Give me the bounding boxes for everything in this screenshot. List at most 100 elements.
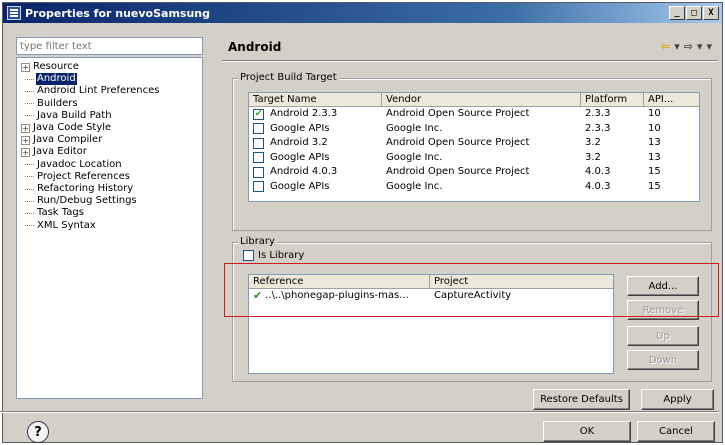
footer-divider — [0, 411, 719, 413]
forward-arrow-icon[interactable]: ⇨ — [684, 40, 693, 53]
nav-item[interactable]: Java Build Path — [17, 110, 113, 122]
nav-item-label: Builders — [37, 97, 78, 109]
cell-vendor: Google Inc. — [382, 180, 581, 194]
ok-button[interactable]: OK — [543, 421, 631, 442]
back-arrow-icon[interactable]: ⇦ — [661, 40, 670, 53]
cell-api: 13 — [644, 151, 699, 165]
nav-item-label: Java Build Path — [37, 109, 112, 121]
cancel-button[interactable]: Cancel — [637, 421, 715, 442]
nav-item[interactable]: Task Tags — [17, 207, 85, 219]
target-checkbox[interactable]: ✔ — [253, 108, 264, 120]
cell-text: Google APIs — [270, 151, 330, 163]
cell-api: 15 — [644, 180, 699, 194]
expand-icon[interactable]: + — [21, 62, 30, 72]
tree-line — [25, 200, 34, 202]
target-checkbox[interactable] — [253, 166, 264, 178]
col-platform[interactable]: Platform — [581, 93, 644, 106]
target-checkbox[interactable] — [253, 123, 264, 135]
restore-defaults-button[interactable]: Restore Defaults — [533, 389, 630, 410]
nav-item[interactable]: Android Lint Preferences — [17, 85, 160, 97]
cell-vendor: Google Inc. — [382, 122, 581, 136]
tree-line — [25, 115, 34, 117]
cell-text: 4.0.3 — [585, 166, 611, 178]
target-checkbox[interactable] — [253, 137, 264, 149]
tree-line — [25, 188, 34, 190]
is-library-checkbox[interactable] — [243, 250, 254, 261]
apply-button[interactable]: Apply — [641, 389, 714, 410]
view-menu-icon[interactable]: ▾ — [706, 40, 712, 53]
is-library-checkbox-row[interactable]: Is Library — [243, 250, 304, 261]
cell-platform: 3.2 — [581, 151, 644, 165]
nav-item[interactable]: Android — [17, 73, 77, 86]
tree-line — [25, 78, 34, 80]
cell-text: 2.3.3 — [585, 108, 611, 120]
tree-line — [25, 103, 34, 105]
back-dropdown-icon[interactable]: ▾ — [674, 40, 680, 53]
cell-platform: 2.3.3 — [581, 122, 644, 136]
help-icon[interactable]: ? — [27, 421, 49, 443]
cell-text: Android 3.2 — [270, 137, 328, 149]
forward-dropdown-icon[interactable]: ▾ — [697, 40, 703, 53]
page-title: Android — [228, 40, 282, 54]
table-row[interactable]: Google APIs Google Inc. 3.2 13 — [249, 151, 699, 166]
nav-item[interactable]: Run/Debug Settings — [17, 195, 138, 207]
nav-item-label: Task Tags — [37, 207, 84, 219]
expand-icon[interactable]: + — [21, 135, 30, 145]
nav-item-label: Java Code Style — [33, 122, 112, 133]
nav-item-label: Android — [36, 73, 77, 86]
window-controls: _ □ X — [669, 6, 719, 20]
target-checkbox[interactable] — [253, 152, 264, 164]
filter-input[interactable] — [16, 37, 203, 55]
close-button[interactable]: X — [703, 6, 719, 20]
cell-text: Android Open Source Project — [386, 166, 530, 178]
cell-text: 4.0.3 — [585, 180, 611, 192]
build-target-header: Target Name Vendor Platform API... — [249, 93, 699, 107]
nav-item[interactable]: + Java Compiler — [17, 134, 103, 146]
expand-icon[interactable]: + — [21, 147, 30, 157]
nav-item[interactable]: XML Syntax — [17, 220, 97, 232]
nav-item[interactable]: + Java Editor — [17, 146, 88, 158]
col-api[interactable]: API... — [644, 93, 699, 106]
table-row[interactable]: Android 3.2 Android Open Source Project 3.… — [249, 136, 699, 151]
tree-line — [25, 176, 34, 178]
nav-item-label: Resource — [33, 61, 79, 72]
nav-item[interactable]: Javadoc Location — [17, 159, 123, 171]
nav-item[interactable]: Project References — [17, 171, 131, 183]
cell-platform: 4.0.3 — [581, 180, 644, 194]
cell-vendor: Android Open Source Project — [382, 107, 581, 121]
table-row[interactable]: Google APIs Google Inc. 4.0.3 15 — [249, 180, 699, 195]
nav-item-label: Javadoc Location — [37, 158, 122, 170]
table-row[interactable]: Google APIs Google Inc. 2.3.3 10 — [249, 122, 699, 137]
highlight-annotation — [224, 263, 719, 317]
target-checkbox[interactable] — [253, 181, 264, 193]
nav-item[interactable]: + Resource — [17, 61, 80, 73]
minimize-button[interactable]: _ — [669, 6, 685, 20]
preference-tree[interactable]: + Resource Android Android Lint Preferences… — [16, 57, 203, 399]
cell-text: Google APIs — [270, 180, 330, 192]
nav-item[interactable]: Builders — [17, 98, 79, 110]
nav-item-label: XML Syntax — [37, 219, 96, 231]
cell-platform: 4.0.3 — [581, 165, 644, 179]
down-button[interactable]: Down — [627, 350, 699, 370]
nav-item-label: Run/Debug Settings — [37, 195, 137, 207]
nav-item[interactable]: Refactoring History — [17, 183, 134, 195]
col-vendor[interactable]: Vendor — [382, 93, 581, 106]
nav-item-label: Android Lint Preferences — [37, 85, 160, 97]
header-divider — [222, 60, 718, 62]
col-target-name[interactable]: Target Name — [249, 93, 382, 106]
cell-text: 15 — [648, 180, 661, 192]
table-row[interactable]: ✔ Android 2.3.3 Android Open Source Projec… — [249, 107, 699, 122]
maximize-button[interactable]: □ — [686, 6, 702, 20]
cell-name: Android 4.0.3 — [249, 165, 382, 179]
build-target-table[interactable]: Target Name Vendor Platform API... ✔ Andr… — [248, 92, 700, 202]
nav-item[interactable]: + Java Code Style — [17, 122, 112, 134]
cell-text: Android Open Source Project — [386, 108, 530, 120]
tree-line — [25, 90, 34, 92]
expand-icon[interactable]: + — [21, 123, 30, 133]
nav-item-label: Java Editor — [33, 146, 87, 158]
tree-line — [25, 212, 34, 214]
table-row[interactable]: Android 4.0.3 Android Open Source Project… — [249, 165, 699, 180]
up-button[interactable]: Up — [627, 326, 699, 346]
title-bar[interactable]: Properties for nuevoSamsung _ □ X — [3, 3, 722, 23]
history-nav[interactable]: ⇦ ▾ ⇨ ▾ ▾ — [661, 40, 712, 53]
